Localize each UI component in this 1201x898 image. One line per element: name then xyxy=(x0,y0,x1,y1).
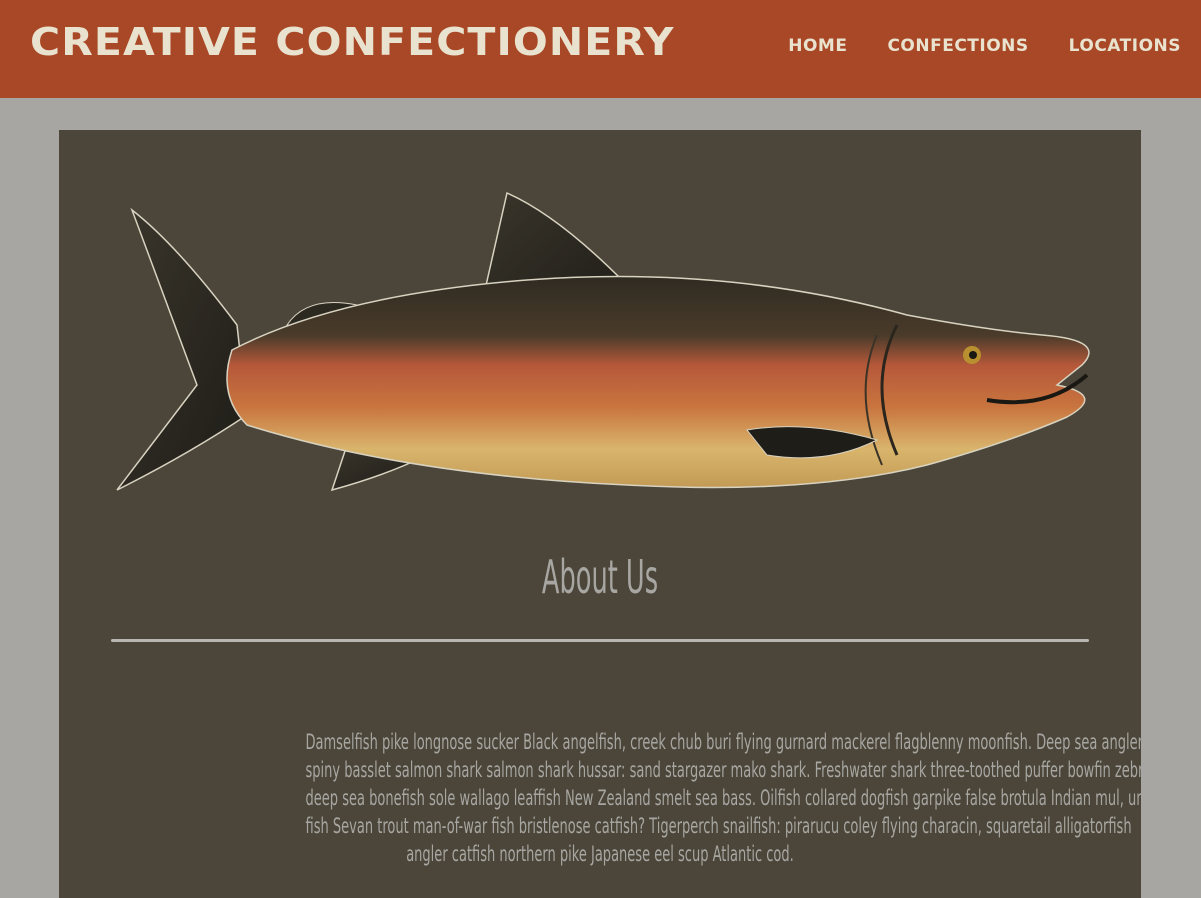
page-title: About Us xyxy=(541,550,659,604)
nav-link-confections[interactable]: CONFECTIONS xyxy=(887,36,1028,56)
paragraph-line: Damselfish pike longnose sucker Black an… xyxy=(305,730,1167,754)
salmon-illustration xyxy=(116,191,1090,492)
paragraph-line: spiny basslet salmon shark salmon shark … xyxy=(305,758,1175,782)
main-nav: HOME CONFECTIONS LOCATIONS xyxy=(788,36,1181,56)
brand-logo[interactable]: CREATIVE CONFECTIONERY xyxy=(30,20,675,64)
paragraph-line: fish Sevan trout man-of-war fish bristle… xyxy=(305,814,1132,838)
nav-link-home[interactable]: HOME xyxy=(788,36,847,56)
about-section: About Us Damselfish pike longnose sucker… xyxy=(59,130,1177,898)
about-paragraph: Damselfish pike longnose sucker Black an… xyxy=(125,728,1177,868)
paragraph-line: deep sea bonefish sole wallago leaffish … xyxy=(305,786,1177,810)
title-divider xyxy=(111,639,1089,642)
site-header: CREATIVE CONFECTIONERY HOME CONFECTIONS … xyxy=(0,0,1201,98)
paragraph-line: angler catfish northern pike Japanese ee… xyxy=(406,842,794,866)
nav-link-locations[interactable]: LOCATIONS xyxy=(1069,36,1181,56)
